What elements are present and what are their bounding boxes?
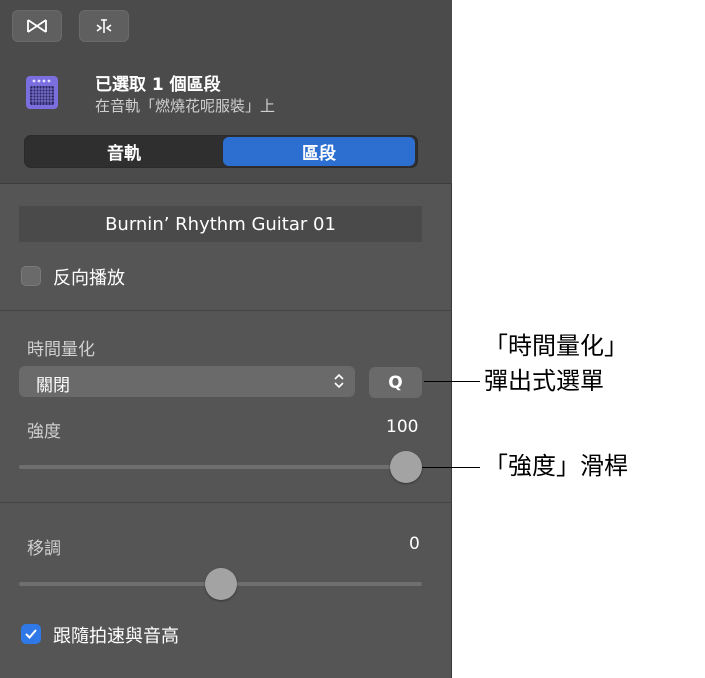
callout-quantize-popup-line2: 彈出式選單 xyxy=(484,367,604,395)
callout-quantize-popup-line1: 「時間量化」 xyxy=(484,332,628,360)
follow-tempo-checkbox[interactable] xyxy=(21,624,41,644)
tab-region[interactable]: 區段 xyxy=(223,137,415,166)
quantize-value: 關閉 xyxy=(36,376,70,396)
divider xyxy=(0,502,452,503)
strength-label: 強度 xyxy=(27,422,61,442)
flex-marker-button[interactable] xyxy=(79,10,129,42)
transpose-value: 0 xyxy=(409,534,420,554)
reverse-playback-label: 反向播放 xyxy=(53,268,125,289)
reverse-playback-checkbox[interactable] xyxy=(21,266,41,286)
divider xyxy=(0,310,452,311)
tab-track[interactable]: 音軌 xyxy=(27,137,221,166)
bowtie-icon xyxy=(27,19,47,33)
amp-icon xyxy=(26,76,58,109)
selection-title: 已選取 1 個區段 xyxy=(95,75,221,95)
bowtie-button[interactable] xyxy=(12,10,62,42)
checkmark-icon xyxy=(25,629,37,639)
inspector-header: 已選取 1 個區段 在音軌「燃燒花呢服裝」上 音軌 區段 xyxy=(0,0,452,184)
transpose-slider-knob[interactable] xyxy=(204,568,237,600)
flex-marker-icon xyxy=(96,19,112,33)
callout-strength-slider: 「強度」滑桿 xyxy=(484,452,628,480)
callout-line xyxy=(424,381,480,382)
quantize-popup[interactable]: 關閉 xyxy=(19,366,355,397)
transpose-label: 移調 xyxy=(27,539,61,559)
chevron-updown-icon xyxy=(334,373,344,389)
region-name-field[interactable]: Burnin’ Rhythm Guitar 01 xyxy=(19,206,422,242)
strength-slider-track[interactable] xyxy=(19,465,422,469)
quantize-label: 時間量化 xyxy=(27,340,95,360)
strength-value: 100 xyxy=(386,417,419,437)
quantize-q-button[interactable]: Q xyxy=(369,367,422,398)
inspector-tabs: 音軌 區段 xyxy=(24,135,418,168)
follow-tempo-label: 跟隨拍速與音高 xyxy=(53,626,179,647)
inspector-panel: 已選取 1 個區段 在音軌「燃燒花呢服裝」上 音軌 區段 Burnin’ Rhy… xyxy=(0,0,452,678)
callout-line xyxy=(422,467,480,468)
selection-subtitle: 在音軌「燃燒花呢服裝」上 xyxy=(95,97,276,115)
strength-slider-knob[interactable] xyxy=(390,451,422,483)
